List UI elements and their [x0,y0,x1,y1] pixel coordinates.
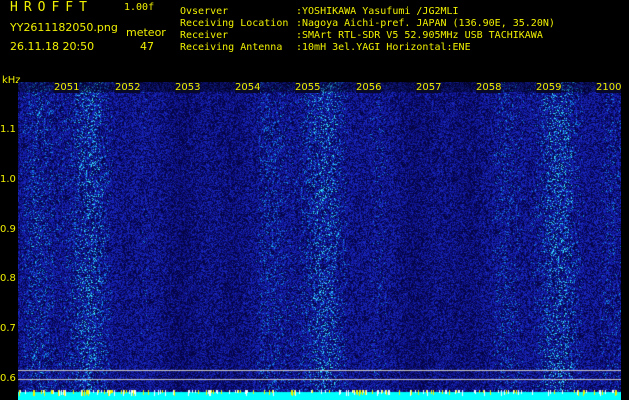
antenna-label: Receiving Antenna [180,42,283,53]
version-label: 1.00f [124,2,155,13]
spectrogram-area: 2051 2052 2053 2054 2055 2056 2057 2058 … [18,82,621,400]
x-tick-label: 2052 [115,82,141,93]
x-tick-label: 2059 [536,82,562,93]
meteor-label: meteor [126,26,166,39]
receiver-value: :SMArt RTL-SDR V5 52.905MHz USB TACHIKAW… [296,30,543,41]
app-title: HROFFT [10,0,93,15]
file-name: YY2611182050.png [10,21,118,34]
meteor-count: 47 [140,40,154,53]
x-tick-label: 2058 [476,82,502,93]
x-tick-label: 2053 [175,82,201,93]
spectrogram-canvas [18,82,621,400]
y-tick-label: 1.0 [0,174,16,185]
x-tick-label: 2056 [356,82,382,93]
x-tick-label: 2100 [596,82,621,93]
receiver-label: Receiver [180,30,229,41]
antenna-value: :10mH 3el.YAGI Horizontal:ENE [296,42,471,53]
y-tick-label: 1.1 [0,124,16,135]
observer-label: Ovserver [180,6,229,17]
y-tick-label: 0.9 [0,224,16,235]
date-time: 26.11.18 20:50 [10,40,95,53]
observer-value: :YOSHIKAWA Yasufumi /JG2MLI [296,6,459,17]
x-tick-label: 2051 [54,82,80,93]
y-tick-label: 0.8 [0,273,16,284]
x-tick-label: 2055 [295,82,321,93]
x-tick-label: 2057 [416,82,442,93]
y-tick-label: 0.6 [0,373,16,384]
y-tick-label: 0.7 [0,323,16,334]
location-value: :Nagoya Aichi-pref. JAPAN (136.90E, 35.2… [296,18,555,29]
x-tick-label: 2054 [235,82,261,93]
location-label: Receiving Location [180,18,289,29]
